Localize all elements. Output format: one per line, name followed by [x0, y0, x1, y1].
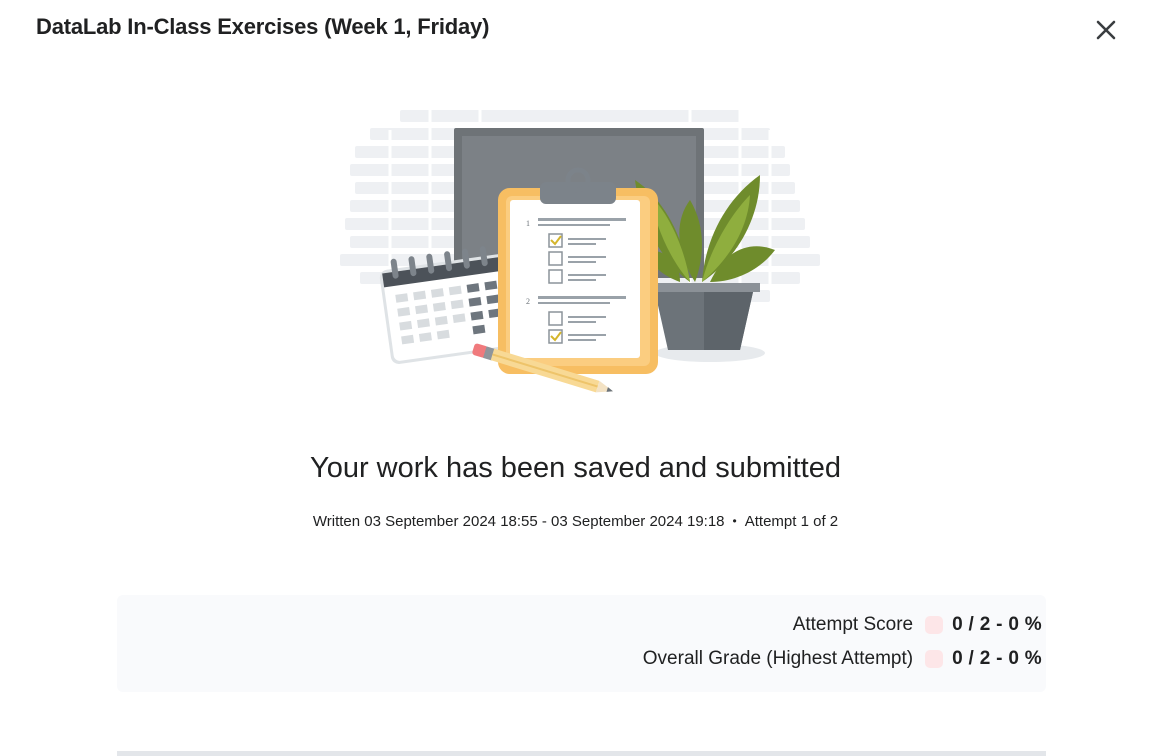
close-icon — [1096, 20, 1116, 40]
dialog-title: DataLab In-Class Exercises (Week 1, Frid… — [36, 14, 490, 39]
attempt-count: Attempt 1 of 2 — [744, 513, 839, 530]
attempt-score-value: 0 / 2 - 0 % — [952, 614, 1042, 635]
written-timestamp: Written 03 September 2024 18:55 - 03 Sep… — [312, 513, 725, 530]
overall-grade-label: Overall Grade (Highest Attempt) — [642, 648, 914, 669]
overall-grade-row: Overall Grade (Highest Attempt) 0 / 2 - … — [643, 647, 1042, 671]
question-number-2: 2 — [526, 297, 530, 306]
separator-dot: • — [732, 514, 737, 528]
overall-grade-value: 0 / 2 - 0 % — [952, 648, 1042, 669]
attempt-score-row: Attempt Score 0 / 2 - 0 % — [793, 613, 1042, 637]
divider — [117, 751, 1046, 756]
attempt-score-label: Attempt Score — [792, 614, 914, 635]
grade-status-badge — [925, 650, 944, 668]
submission-details: Written 03 September 2024 18:55 - 03 Sep… — [0, 513, 1151, 530]
question-number-1: 1 — [526, 219, 530, 228]
clipboard-icon: 1 2 — [498, 167, 658, 374]
close-button[interactable] — [1090, 14, 1122, 46]
submission-heading: Your work has been saved and submitted — [310, 452, 841, 484]
score-status-badge — [925, 616, 944, 634]
quiz-submitted-illustration: 1 2 — [330, 100, 830, 410]
score-panel: Attempt Score 0 / 2 - 0 % Overall Grade … — [117, 595, 1046, 692]
